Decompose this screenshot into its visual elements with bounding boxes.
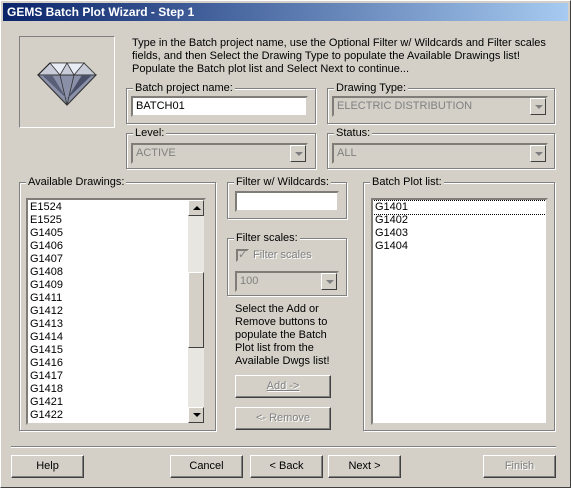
list-item[interactable]: G1409	[28, 279, 204, 292]
list-item[interactable]: G1413	[28, 318, 204, 331]
status-value: ALL	[337, 147, 357, 159]
add-label: Add ->	[266, 380, 300, 392]
remove-button[interactable]: <- Remove	[235, 407, 331, 430]
add-button[interactable]: Add ->	[235, 375, 331, 398]
list-item[interactable]: G1407	[28, 253, 204, 266]
list-item[interactable]: G1415	[28, 344, 204, 357]
chevron-down-icon[interactable]	[530, 98, 546, 115]
status-label: Status:	[334, 126, 373, 140]
list-item[interactable]: G1404	[373, 240, 546, 253]
list-item[interactable]: G1416	[28, 357, 204, 370]
divider	[11, 446, 556, 448]
available-scrollbar[interactable]	[188, 200, 204, 423]
filter-scales-checkbox[interactable]	[236, 248, 249, 262]
chevron-down-icon[interactable]	[530, 145, 546, 162]
scroll-thumb[interactable]	[188, 272, 204, 348]
scroll-down-icon[interactable]	[188, 407, 204, 423]
filter-wildcards-label: Filter w/ Wildcards:	[234, 175, 331, 189]
logo-frame	[19, 36, 115, 128]
list-item[interactable]: G1417	[28, 370, 204, 383]
next-button[interactable]: Next >	[328, 455, 401, 478]
filter-scales-checkbox-label: Filter scales	[253, 249, 312, 261]
level-select[interactable]: ACTIVE	[131, 143, 308, 164]
help-text: Select the Add or Remove buttons to popu…	[235, 303, 330, 367]
list-item[interactable]: G1411	[28, 292, 204, 305]
scroll-up-icon[interactable]	[188, 200, 204, 216]
instructions-text: Type in the Batch project name, use the …	[132, 37, 546, 75]
list-item[interactable]: E1524	[28, 201, 204, 214]
status-select[interactable]: ALL	[332, 143, 548, 164]
list-item[interactable]: E1525	[28, 214, 204, 227]
wizard-window: GEMS Batch Plot Wizard - Step 1 Type in …	[0, 0, 571, 488]
list-item[interactable]: G1405	[28, 227, 204, 240]
available-drawings-label: Available Drawings:	[26, 175, 127, 189]
batch-plot-list[interactable]: G1401 G1402 G1403 G1404	[371, 198, 548, 425]
drawing-type-value: ELECTRIC DISTRIBUTION	[337, 100, 473, 112]
list-item[interactable]: G1421	[28, 396, 204, 409]
project-name-label: Batch project name:	[133, 81, 235, 95]
chevron-down-icon[interactable]	[290, 145, 306, 162]
diamond-icon	[36, 62, 98, 106]
cancel-button[interactable]: Cancel	[170, 455, 243, 478]
finish-button[interactable]: Finish	[483, 455, 556, 478]
chevron-down-icon[interactable]	[321, 273, 337, 290]
list-item[interactable]: G1414	[28, 331, 204, 344]
filter-wildcards-input[interactable]	[235, 191, 339, 212]
list-item[interactable]: G1406	[28, 240, 204, 253]
back-button[interactable]: < Back	[250, 455, 323, 478]
list-item[interactable]: G1408	[28, 266, 204, 279]
level-value: ACTIVE	[136, 147, 176, 159]
filter-scales-value: 100	[240, 275, 259, 287]
list-item[interactable]: G1422	[28, 409, 204, 422]
list-item[interactable]: G1402	[373, 214, 546, 227]
filter-scales-select[interactable]: 100	[235, 271, 339, 292]
drawing-type-select[interactable]: ELECTRIC DISTRIBUTION	[332, 96, 548, 117]
list-item[interactable]: G1403	[373, 227, 546, 240]
level-label: Level:	[133, 126, 167, 140]
list-item[interactable]: G1401	[373, 200, 546, 215]
help-button[interactable]: Help	[11, 455, 84, 478]
window-title: GEMS Batch Plot Wizard - Step 1	[3, 3, 568, 21]
filter-scales-label: Filter scales:	[234, 231, 300, 245]
list-item[interactable]: G1412	[28, 305, 204, 318]
project-name-input[interactable]: BATCH01	[131, 96, 308, 117]
remove-label: <- Remove	[255, 412, 311, 424]
batch-plot-label: Batch Plot list:	[370, 175, 444, 189]
drawing-type-label: Drawing Type:	[334, 81, 409, 95]
list-item[interactable]: G1418	[28, 383, 204, 396]
available-drawings-list[interactable]: E1524 E1525 G1405 G1406 G1407 G1408 G1409 G1411…	[26, 198, 206, 425]
